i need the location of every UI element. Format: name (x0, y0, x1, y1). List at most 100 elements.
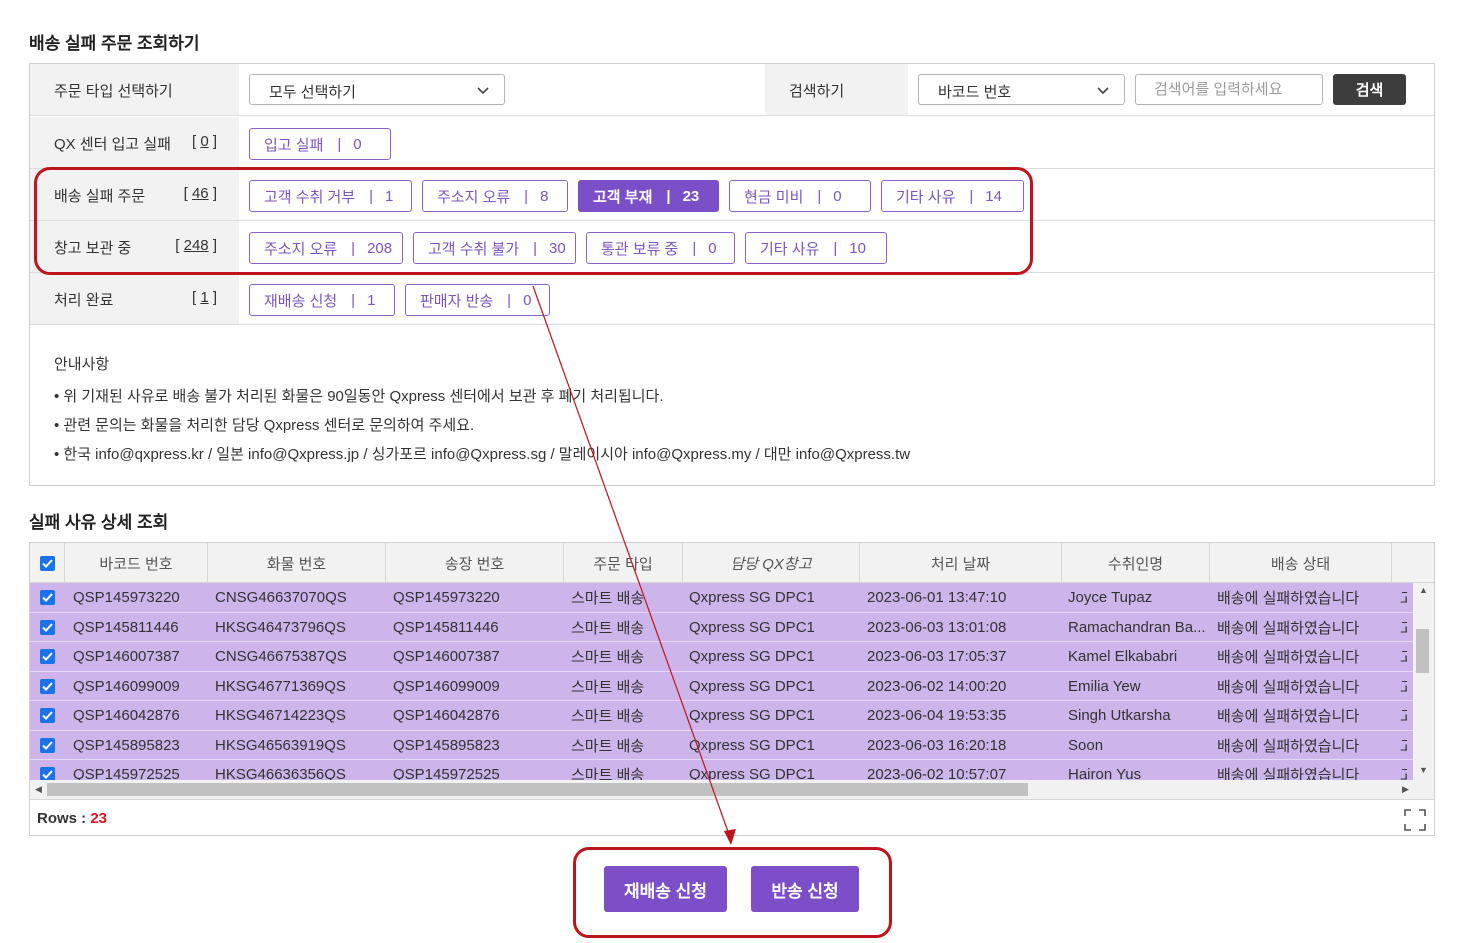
search-field-value: 바코드 번호 (938, 84, 1012, 101)
table-cell: QSP145895823 (73, 736, 180, 754)
table-cell: CNSG46675387QS (215, 648, 347, 665)
table-cell: 스마트 배송 (571, 619, 645, 637)
table-cell: 배송에 실패하였습니다 (1217, 678, 1360, 696)
table-cell: Hairon Yus (1068, 766, 1142, 780)
rows-count: 23 (90, 810, 108, 827)
table-cell: QSP146042876 (73, 707, 180, 724)
table-cell: Qxpress SG DPC1 (689, 736, 815, 754)
notice-line: • 한국 info@qxpress.kr / 일본 info@Qxpress.j… (54, 446, 911, 463)
row-checkbox[interactable] (40, 619, 55, 635)
table-cell: Singh Utkarsha (1068, 707, 1171, 724)
filter-row-completed: 처리 완료 [ 1 ] 재배송 신청 | 1 판매자 반송 | 0 (30, 273, 1434, 325)
horizontal-scrollbar[interactable]: ◀ ▶ (30, 780, 1434, 799)
col-delivery-status[interactable]: 배송 상태 (1210, 543, 1392, 583)
chip-redelivery-request[interactable]: 재배송 신청 | 1 (249, 284, 395, 316)
grid-header: 바코드 번호 화물 번호 송장 번호 주문 타입 담당 QX창고 처리 날짜 수… (30, 543, 1434, 583)
table-cell: 고 (1400, 731, 1407, 760)
table-cell: 고 (1400, 701, 1407, 730)
fullscreen-icon[interactable] (1404, 809, 1426, 831)
col-processed-date[interactable]: 처리 날짜 (860, 543, 1062, 583)
vertical-scrollbar[interactable]: ▲ ▼ (1413, 583, 1434, 780)
scroll-down-icon[interactable]: ▼ (1419, 765, 1428, 775)
search-input[interactable] (1135, 74, 1323, 105)
table-cell: HKSG46563919QS (215, 736, 346, 754)
table-cell: Qxpress SG DPC1 (689, 707, 815, 724)
chip-seller-return[interactable]: 판매자 반송 | 0 (405, 284, 550, 316)
table-row[interactable]: QSP145811446 HKSG46473796QS QSP145811446 스마… (30, 612, 1413, 642)
search-label: 검색하기 (789, 83, 845, 100)
search-field-select[interactable]: 바코드 번호 (918, 74, 1125, 105)
table-cell: 2023-06-02 10:57:07 (867, 766, 1007, 780)
scroll-left-icon[interactable]: ◀ (35, 784, 42, 795)
table-row[interactable]: QSP145972525 HKSG46636356QS QSP145972525 스마… (30, 760, 1413, 780)
table-row[interactable]: QSP146042876 HKSG46714223QS QSP146042876 스마… (30, 701, 1413, 731)
row-checkbox[interactable] (40, 737, 55, 753)
row-checkbox[interactable] (40, 590, 55, 605)
horizontal-scroll-thumb[interactable] (47, 783, 1028, 796)
table-cell: 스마트 배송 (571, 590, 645, 607)
vertical-scroll-thumb[interactable] (1416, 629, 1429, 673)
table-cell: QSP145973220 (73, 589, 180, 606)
table-cell: 고 (1400, 583, 1407, 612)
search-button[interactable]: 검색 (1333, 74, 1406, 105)
table-cell: 고 (1400, 613, 1407, 642)
table-cell: 고 (1400, 760, 1407, 780)
table-row[interactable]: QSP145973220 CNSG46637070QS QSP145973220 스마… (30, 583, 1413, 613)
table-cell: 고 (1400, 672, 1407, 701)
header-select-all[interactable] (30, 543, 65, 583)
filter-row-inbound-failure: QX 센터 입고 실패 [ 0 ] 입고 실패 | 0 (30, 117, 1434, 169)
grid-footer: Rows : 23 (30, 799, 1434, 835)
row-checkbox[interactable] (40, 649, 55, 664)
notice-line: • 관련 문의는 화물을 처리한 담당 Qxpress 센터로 문의하여 주세요… (54, 417, 475, 434)
table-row[interactable]: QSP145895823 HKSG46563919QS QSP145895823 스마… (30, 730, 1413, 760)
table-cell: HKSG46771369QS (215, 677, 346, 695)
table-cell: 고 (1400, 642, 1407, 671)
table-cell: QSP146007387 (73, 648, 180, 665)
notice-title: 안내사항 (54, 356, 110, 373)
table-cell: 스마트 배송 (571, 737, 645, 755)
table-cell: HKSG46636356QS (215, 766, 346, 780)
grid-body: QSP145973220 CNSG46637070QS QSP145973220 스마… (30, 583, 1413, 780)
results-grid: 바코드 번호 화물 번호 송장 번호 주문 타입 담당 QX창고 처리 날짜 수… (29, 542, 1435, 836)
row-count[interactable]: 0 (200, 133, 208, 150)
table-cell: QSP145973220 (393, 589, 500, 606)
col-barcode[interactable]: 바코드 번호 (65, 543, 208, 583)
order-type-select[interactable]: 모두 선택하기 (249, 74, 505, 105)
col-invoice-no[interactable]: 송장 번호 (386, 543, 564, 583)
scroll-right-icon[interactable]: ▶ (1402, 784, 1409, 795)
table-cell: 2023-06-03 16:20:18 (867, 736, 1007, 754)
order-type-label: 주문 타입 선택하기 (54, 83, 173, 100)
notice-box: 안내사항 • 위 기재된 사유로 배송 불가 처리된 화물은 90일동안 Qxp… (54, 350, 910, 469)
table-cell: QSP145972525 (73, 766, 180, 780)
table-cell: Qxpress SG DPC1 (689, 677, 815, 695)
row-checkbox[interactable] (40, 767, 55, 780)
table-cell: 2023-06-04 19:53:35 (867, 707, 1007, 724)
col-cargo-no[interactable]: 화물 번호 (208, 543, 386, 583)
checkbox-icon[interactable] (40, 556, 55, 571)
row-count[interactable]: 1 (200, 289, 208, 306)
row-label: 처리 완료 (54, 292, 114, 309)
redelivery-request-button[interactable]: 재배송 신청 (604, 866, 727, 912)
table-cell: 2023-06-03 13:01:08 (867, 618, 1007, 636)
table-cell: 2023-06-03 17:05:37 (867, 648, 1007, 665)
chevron-down-icon (1097, 87, 1109, 95)
rows-label: Rows : (37, 810, 91, 827)
table-cell: 2023-06-02 14:00:20 (867, 677, 1007, 695)
table-row[interactable]: QSP146099009 HKSG46771369QS QSP146099009 스마… (30, 671, 1413, 701)
col-order-type[interactable]: 주문 타입 (564, 543, 683, 583)
col-recipient[interactable]: 수취인명 (1062, 543, 1210, 583)
table-cell: 배송에 실패하였습니다 (1217, 708, 1360, 725)
scroll-up-icon[interactable]: ▲ (1419, 585, 1428, 595)
highlight-box-filter-rows (34, 167, 1033, 275)
table-cell: HKSG46473796QS (215, 618, 346, 636)
chip-inbound-failure[interactable]: 입고 실패 | 0 (249, 128, 391, 160)
table-row[interactable]: QSP146007387 CNSG46675387QS QSP146007387 스마… (30, 642, 1413, 672)
chevron-down-icon (477, 87, 489, 95)
row-checkbox[interactable] (40, 708, 55, 723)
table-cell: QSP146042876 (393, 707, 500, 724)
col-qx-warehouse[interactable]: 담당 QX창고 (683, 543, 860, 583)
table-cell: QSP146007387 (393, 648, 500, 665)
row-checkbox[interactable] (40, 678, 55, 694)
table-cell: Qxpress SG DPC1 (689, 618, 815, 636)
return-request-button[interactable]: 반송 신청 (751, 866, 859, 912)
